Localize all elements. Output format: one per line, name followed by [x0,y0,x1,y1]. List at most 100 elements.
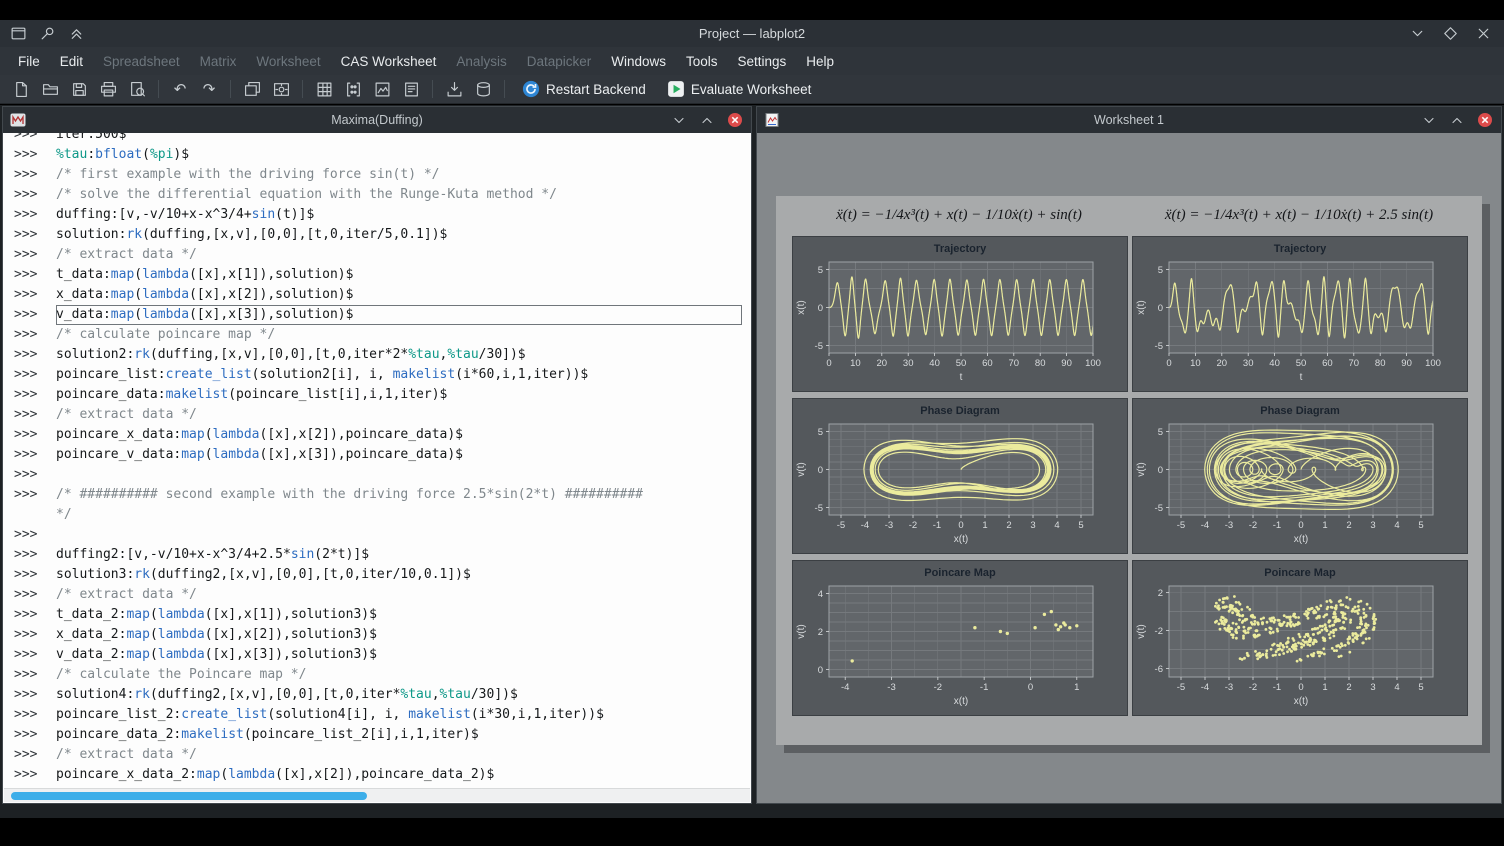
code-lines: >>>iter:500$>>>%tau:bfloat(%pi)$>>>/* fi… [4,133,750,785]
code-text: /* ########## second example with the dr… [56,485,750,505]
close-button[interactable] [1475,25,1492,42]
code-line[interactable]: >>>v_data_2:map(lambda([x],x[3]),solutio… [14,645,750,665]
code-line[interactable]: >>>poincare_data_2:makelist(poincare_lis… [14,725,750,745]
maximize-button[interactable] [1442,25,1459,42]
cas-window-titlebar[interactable]: Maxima(Duffing) [3,107,751,133]
menu-tools[interactable]: Tools [676,54,728,69]
worksheet-close-button[interactable] [1477,112,1493,128]
new-matrix-button[interactable] [340,77,366,102]
code-line[interactable]: >>>/* calculate poincare map */ [14,325,750,345]
new-note-button[interactable] [398,77,424,102]
new-matrix-icon [345,81,362,98]
code-line[interactable]: >>>duffing2:[v,-v/10+x-x^3/4+2.5*sin(2*t… [14,545,750,565]
print-button[interactable] [95,77,121,102]
worksheet-minimize-button[interactable] [1421,112,1437,128]
code-line[interactable]: >>>iter:500$ [14,133,750,145]
svg-text:40: 40 [1269,358,1280,369]
code-line[interactable]: >>>poincare_x_data_2:map(lambda([x],x[2]… [14,765,750,785]
code-line[interactable]: >>>/* extract data */ [14,585,750,605]
code-line[interactable]: >>>poincare_v_data:map(lambda([x],x[3]),… [14,445,750,465]
horizontal-scrollbar[interactable] [4,788,750,802]
code-text: /* calculate poincare map */ [56,325,750,345]
code-line[interactable]: >>>poincare_list:create_list(solution2[i… [14,365,750,385]
new-worksheet-button[interactable] [369,77,395,102]
cas-code-area[interactable]: >>>iter:500$>>>%tau:bfloat(%pi)$>>>/* fi… [4,133,750,789]
code-line[interactable]: >>>/* calculate the Poincare map */ [14,665,750,685]
new-spreadsheet-button[interactable] [311,77,337,102]
minimize-button[interactable] [1409,25,1426,42]
code-line[interactable]: >>>t_data:map(lambda([x],x[1]),solution)… [14,265,750,285]
code-line[interactable]: >>>/* extract data */ [14,745,750,765]
code-line[interactable]: >>>solution2:rk(duffing,[x,v],[0,0],[t,0… [14,345,750,365]
plot-poincare-1[interactable]: -4-3-2-101420Poincare Mapx(t)v(t) [792,560,1128,716]
evaluate-worksheet-button[interactable]: Evaluate Worksheet [658,77,821,102]
code-line[interactable]: >>>poincare_data:makelist(poincare_list[… [14,385,750,405]
cas-close-button[interactable] [727,112,743,128]
worksheet-window-titlebar[interactable]: Worksheet 1 [757,107,1501,133]
prompt: >>> [14,285,56,305]
cas-window-controls [671,112,743,128]
titlebar[interactable]: Project — labplot2 [0,20,1504,47]
plot-poincare-2[interactable]: -5-4-3-2-10123452-2-6Poincare Mapx(t)v(t… [1132,560,1468,716]
code-line[interactable]: >>>x_data:map(lambda([x],x[2]),solution)… [14,285,750,305]
new-workbook-button[interactable] [239,77,265,102]
plot-phase-2[interactable]: -5-4-3-2-101234550-5Phase Diagramx(t)v(t… [1132,398,1468,554]
code-line[interactable]: >>>solution3:rk(duffing2,[x,v],[0,0],[t,… [14,565,750,585]
new-datapicker-button[interactable] [268,77,294,102]
prompt: >>> [14,325,56,345]
code-line[interactable]: */ [14,505,750,525]
scrollbar-thumb[interactable] [11,792,367,800]
code-line[interactable]: >>>/* extract data */ [14,405,750,425]
menu-cas-worksheet[interactable]: CAS Worksheet [331,54,447,69]
code-line[interactable]: >>>x_data_2:map(lambda([x],x[2]),solutio… [14,625,750,645]
cas-minimize-button[interactable] [671,112,687,128]
code-line[interactable]: >>>/* extract data */ [14,245,750,265]
worksheet-restore-button[interactable] [1449,112,1465,128]
svg-text:90: 90 [1401,358,1412,369]
code-line[interactable]: >>>solution:rk(duffing,[x,v],[0,0],[t,0,… [14,225,750,245]
menu-settings[interactable]: Settings [728,54,797,69]
menu-help[interactable]: Help [796,54,844,69]
restart-backend-button[interactable]: Restart Backend [513,77,655,102]
code-line[interactable]: >>>t_data_2:map(lambda([x],x[1]),solutio… [14,605,750,625]
svg-text:-5: -5 [1155,341,1163,352]
worksheet-view[interactable]: ẍ(t) = −1/4x³(t) + x(t) − 1/10ẋ(t) + sin… [758,133,1500,802]
code-line[interactable]: >>>duffing:[v,-v/10+x-x^3/4+sin(t)]$ [14,205,750,225]
menu-edit[interactable]: Edit [50,54,93,69]
plot-trajectory-1[interactable]: 010203040506070809010050-5Trajectorytx(t… [792,236,1128,392]
undo-button[interactable]: ↶ [167,77,193,102]
menu-file[interactable]: File [8,54,50,69]
redo-button[interactable]: ↷ [196,77,222,102]
worksheet-window-controls [1421,112,1493,128]
code-line[interactable]: >>> [14,465,750,485]
code-text: %tau:bfloat(%pi)$ [56,145,750,165]
prompt: >>> [14,465,56,485]
code-line[interactable]: >>>/* ########## second example with the… [14,485,750,505]
import-file-button[interactable] [441,77,467,102]
code-line[interactable]: >>>%tau:bfloat(%pi)$ [14,145,750,165]
code-line[interactable]: >>> [14,525,750,545]
import-sql-button[interactable] [470,77,496,102]
print-preview-button[interactable] [124,77,150,102]
worksheet-page[interactable]: ẍ(t) = −1/4x³(t) + x(t) − 1/10ẋ(t) + sin… [776,196,1482,745]
code-line[interactable]: >>>/* solve the differential equation wi… [14,185,750,205]
svg-text:5: 5 [1158,265,1163,276]
cas-restore-button[interactable] [699,112,715,128]
code-line[interactable]: >>>solution4:rk(duffing2,[x,v],[0,0],[t,… [14,685,750,705]
import-sql-icon [475,81,492,98]
code-line[interactable]: >>>/* first example with the driving for… [14,165,750,185]
save-button[interactable] [66,77,92,102]
open-folder-button[interactable] [37,77,63,102]
svg-text:v(t): v(t) [796,462,807,476]
svg-text:5: 5 [1078,520,1083,531]
plot-phase-1[interactable]: -5-4-3-2-101234550-5Phase Diagramx(t)v(t… [792,398,1128,554]
new-file-button[interactable] [8,77,34,102]
menu-windows[interactable]: Windows [601,54,676,69]
plot-trajectory-2[interactable]: 010203040506070809010050-5Trajectorytx(t… [1132,236,1468,392]
import-file-icon [446,81,463,98]
code-line[interactable]: >>>poincare_list_2:create_list(solution4… [14,705,750,725]
code-line[interactable]: >>>poincare_x_data:map(lambda([x],x[2]),… [14,425,750,445]
svg-text:0: 0 [1028,682,1033,693]
code-line[interactable]: >>>v_data:map(lambda([x],x[3]),solution)… [14,305,750,325]
svg-text:1: 1 [982,520,987,531]
